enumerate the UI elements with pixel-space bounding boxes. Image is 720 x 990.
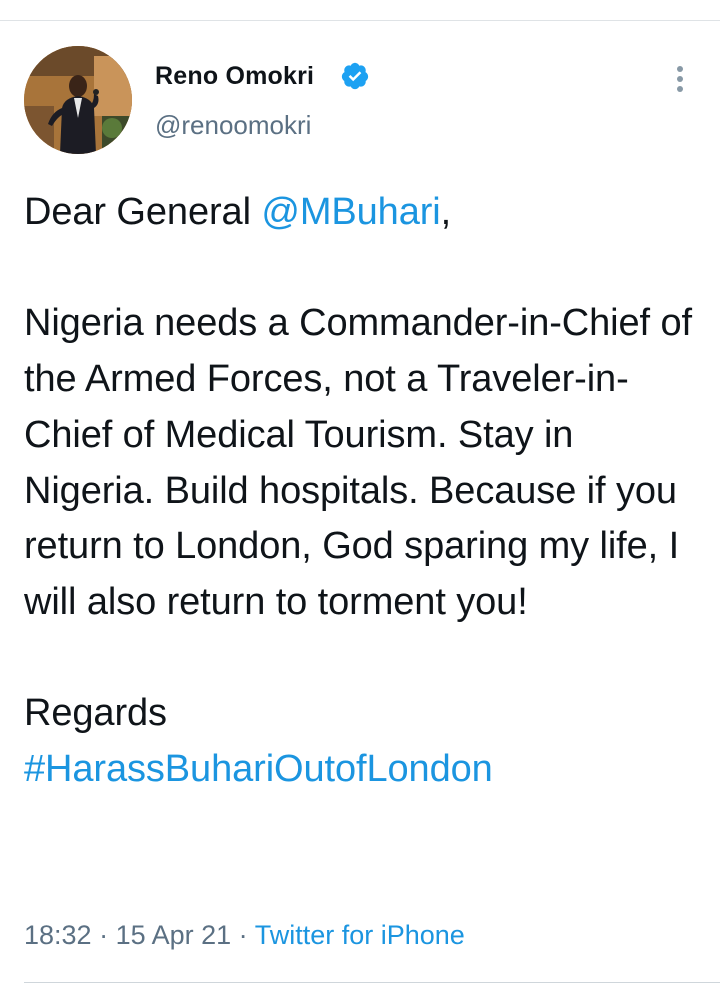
tweet-source-link[interactable]: Twitter for iPhone [255, 920, 465, 950]
top-divider [0, 20, 720, 21]
bottom-divider [24, 982, 720, 983]
tweet-meta: 18:32 · 15 Apr 21 · Twitter for iPhone [24, 920, 465, 951]
hashtag-link[interactable]: #HarassBuhariOutofLondon [24, 742, 704, 798]
greeting-suffix: , [440, 191, 452, 233]
profile-photo-icon [24, 46, 132, 154]
meta-separator: · [91, 920, 116, 950]
verified-badge-icon [341, 62, 369, 90]
author-handle[interactable]: @renoomokri [155, 110, 311, 141]
tweet-date[interactable]: 15 Apr 21 [116, 920, 232, 950]
more-options-icon[interactable] [666, 63, 694, 95]
greeting-prefix: Dear General [24, 191, 262, 233]
avatar[interactable] [24, 46, 132, 154]
author-display-name[interactable]: Reno Omokri [155, 62, 314, 91]
meta-separator: · [231, 920, 255, 950]
tweet-time[interactable]: 18:32 [24, 920, 92, 950]
tweet-greeting: Dear General @MBuhari, [24, 185, 704, 241]
tweet-signoff: Regards [24, 692, 167, 735]
mention-link[interactable]: @MBuhari [261, 191, 440, 233]
tweet-text: Dear General @MBuhari, Nigeria needs a C… [24, 185, 704, 798]
tweet-paragraph: Nigeria needs a Commander-in-Chief of th… [24, 302, 692, 623]
